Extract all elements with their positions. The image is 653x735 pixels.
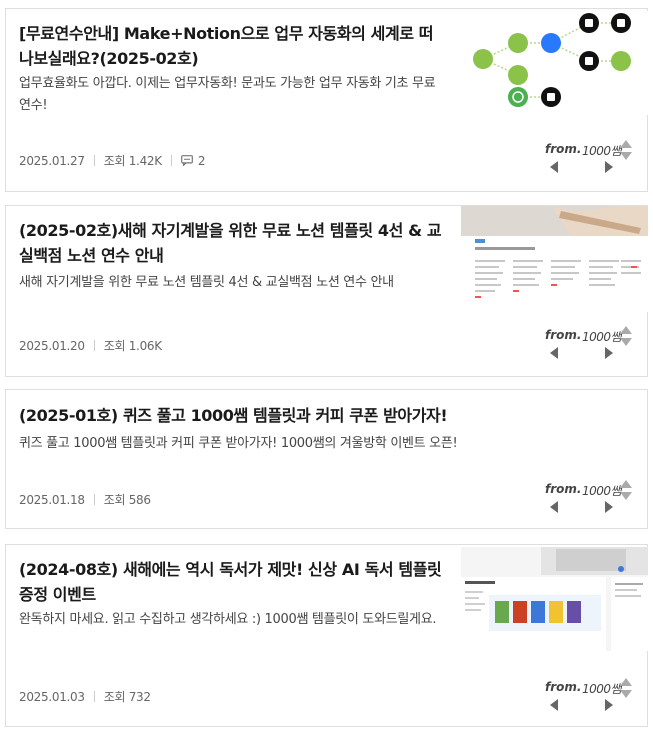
price-stepper-icon[interactable] bbox=[619, 139, 633, 161]
post-meta: 2025.01.03 조회 732 bbox=[19, 688, 151, 705]
post-card[interactable]: (2024-08호) 새해에는 역시 독서가 제맛! 신상 AI 독서 템플릿 … bbox=[5, 544, 648, 727]
prev-arrow-icon[interactable] bbox=[549, 161, 559, 173]
ai-reading-template-image bbox=[461, 547, 648, 651]
post-title[interactable]: (2025-02호)새해 자기계발을 위한 무료 노션 템플릿 4선 & 교실백… bbox=[19, 218, 444, 268]
divider bbox=[170, 155, 172, 166]
divider bbox=[93, 691, 95, 702]
make-notion-scenario-image bbox=[461, 11, 648, 115]
price-stepper-icon[interactable] bbox=[619, 325, 633, 347]
next-arrow-icon[interactable] bbox=[604, 501, 614, 513]
price-stepper-icon[interactable] bbox=[619, 479, 633, 501]
prev-arrow-icon[interactable] bbox=[549, 699, 559, 711]
post-views: 조회 732 bbox=[103, 690, 151, 704]
prev-arrow-icon[interactable] bbox=[549, 347, 559, 359]
next-arrow-icon[interactable] bbox=[604, 161, 614, 173]
divider bbox=[93, 494, 95, 505]
post-title[interactable]: (2024-08호) 새해에는 역시 독서가 제맛! 신상 AI 독서 템플릿 … bbox=[19, 557, 444, 607]
next-arrow-icon[interactable] bbox=[604, 699, 614, 711]
price-from-label: from. bbox=[545, 680, 582, 694]
post-card[interactable]: [무료연수안내] Make+Notion으로 업무 자동화의 세계로 떠나보실래… bbox=[5, 8, 648, 192]
post-thumbnail[interactable] bbox=[461, 11, 648, 115]
price-widget: from. 1000쌤 bbox=[539, 325, 639, 368]
post-comment-count: 2 bbox=[197, 153, 206, 168]
prev-arrow-icon[interactable] bbox=[549, 501, 559, 513]
post-meta: 2025.01.27 조회 1.42K 2 bbox=[19, 152, 205, 169]
post-date: 2025.01.27 bbox=[19, 153, 85, 168]
post-meta: 2025.01.18 조회 586 bbox=[19, 491, 151, 508]
price-widget: from. 1000쌤 bbox=[539, 479, 639, 522]
price-from-label: from. bbox=[545, 482, 582, 496]
post-card[interactable]: (2025-01호) 퀴즈 풀고 1000쌤 템플릿과 커피 쿠폰 받아가자! … bbox=[5, 389, 648, 529]
post-card[interactable]: (2025-02호)새해 자기계발을 위한 무료 노션 템플릿 4선 & 교실백… bbox=[5, 205, 648, 377]
post-views: 조회 586 bbox=[103, 493, 151, 507]
post-date: 2025.01.18 bbox=[19, 492, 85, 507]
divider bbox=[93, 340, 95, 351]
price-from-label: from. bbox=[545, 328, 582, 342]
price-widget: from. 1000쌤 bbox=[539, 677, 639, 720]
price-amount: 1000쌤 bbox=[582, 330, 622, 344]
post-description: 퀴즈 풀고 1000쌤 템플릿과 커피 쿠폰 받아가자! 1000쌤의 겨울방학… bbox=[19, 436, 458, 451]
post-date: 2025.01.03 bbox=[19, 689, 85, 704]
post-description: 새해 자기계발을 위한 무료 노션 템플릿 4선 & 교실백점 노션 연수 안내 bbox=[19, 275, 394, 290]
divider bbox=[93, 155, 95, 166]
post-title[interactable]: (2025-01호) 퀴즈 풀고 1000쌤 템플릿과 커피 쿠폰 받아가자! bbox=[19, 403, 619, 428]
price-stepper-icon[interactable] bbox=[619, 677, 633, 699]
post-description: 업무효율화도 아깝다. 이제는 업무자동화! 문과도 가능한 업무 자동화 기초… bbox=[19, 76, 436, 113]
post-views: 조회 1.06K bbox=[103, 339, 162, 353]
price-amount: 1000쌤 bbox=[582, 144, 622, 158]
post-thumbnail[interactable] bbox=[461, 206, 648, 312]
post-meta: 2025.01.20 조회 1.06K bbox=[19, 337, 162, 354]
price-widget: from. 1000쌤 bbox=[539, 139, 639, 182]
notion-template-image bbox=[461, 206, 648, 312]
post-title[interactable]: [무료연수안내] Make+Notion으로 업무 자동화의 세계로 떠나보실래… bbox=[19, 21, 444, 71]
next-arrow-icon[interactable] bbox=[604, 347, 614, 359]
post-views: 조회 1.42K bbox=[103, 154, 162, 168]
comment-icon bbox=[180, 155, 193, 166]
post-date: 2025.01.20 bbox=[19, 338, 85, 353]
price-from-label: from. bbox=[545, 142, 582, 156]
post-description: 완독하지 마세요. 읽고 수집하고 생각하세요 :) 1000쌤 템플릿이 도와… bbox=[19, 612, 437, 627]
post-thumbnail[interactable] bbox=[461, 547, 648, 651]
price-amount: 1000쌤 bbox=[582, 484, 622, 498]
price-amount: 1000쌤 bbox=[582, 682, 622, 696]
